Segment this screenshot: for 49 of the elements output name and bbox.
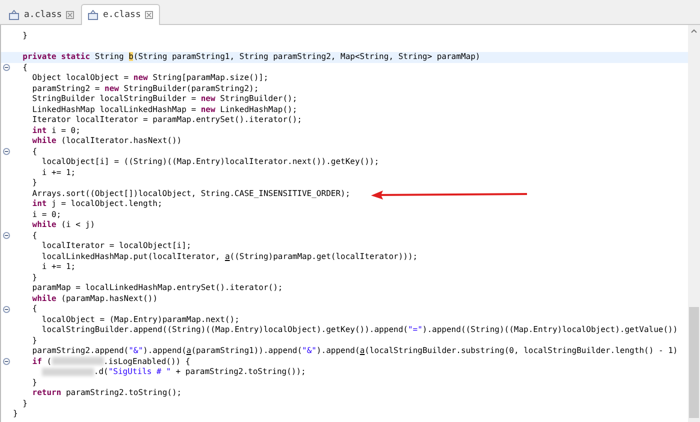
code-line: }: [32, 272, 38, 283]
code-line: i += 1;: [42, 262, 76, 272]
code-line: localIterator = localObject[i];: [42, 241, 192, 252]
scroll-thumb[interactable]: [689, 307, 699, 418]
collapse-icon[interactable]: [2, 232, 10, 240]
code-line: i += 1;: [42, 168, 76, 178]
scrollbar[interactable]: [688, 25, 700, 422]
code-line: return paramString2.toString();: [32, 388, 182, 398]
class-file-icon: [9, 10, 20, 20]
code-line: Object localObject = new String[paramMap.size()];: [32, 73, 268, 84]
code-line: }: [32, 378, 38, 388]
collapse-icon[interactable]: [2, 64, 10, 72]
code-line: int i = 0;: [32, 126, 80, 136]
code-line: if ( .isLogEnabled()) {: [32, 356, 190, 367]
code-line: }: [32, 336, 38, 346]
code-line: StringBuilder localStringBuilder = new StringBuilder();: [32, 94, 298, 104]
code-line: while (i < j): [32, 220, 95, 230]
collapse-icon[interactable]: [2, 148, 10, 156]
collapse-icon[interactable]: [2, 358, 10, 366]
code-line: while (localIterator.hasNext()): [32, 136, 182, 146]
code-line: {: [32, 146, 38, 157]
code-line: }: [22, 31, 28, 42]
code-line: }: [32, 178, 38, 188]
scroll-up-icon[interactable]: [691, 29, 697, 33]
code-line: localLinkedHashMap.put(localIterator, a((String)paramMap.get(localIterator)));: [42, 252, 418, 262]
code-line: paramString2 = new StringBuilder(paramString2);: [32, 84, 259, 94]
close-icon[interactable]: [144, 11, 153, 19]
code-line: {: [32, 304, 38, 314]
code-line: }: [22, 398, 28, 409]
editor-tab[interactable]: e.class: [80, 4, 160, 25]
code-line: Iterator localIterator = paramMap.entrySet().iterator();: [32, 115, 302, 126]
code-line: .d("SigUtils # " + paramString2.toString());: [42, 367, 306, 378]
code-line: LinkedHashMap localLinkedHashMap = new LinkedHashMap();: [32, 104, 298, 115]
code-line: i = 0;: [32, 210, 62, 220]
code-line: Arrays.sort((Object[])localObject, String.CASE_INSENSITIVE_ORDER);: [32, 188, 350, 199]
code-line: paramMap = localLinkedHashMap.entrySet().iterator();: [32, 283, 283, 294]
code-line: int j = localObject.length;: [32, 199, 162, 210]
code-line: {: [22, 62, 28, 73]
code-line: private static String b(String paramString1, String paramString2, Map<String, String> paramMap): [22, 52, 480, 62]
collapse-icon[interactable]: [2, 306, 10, 313]
code-line: {: [32, 230, 38, 241]
code-line: while (paramMap.hasNext()): [32, 294, 158, 304]
code-line: paramString2.append("&").append(a(paramString1)).append("&").append(a(localStringBuilder.substring(0, localStringBuilder.length() - 1): [32, 346, 678, 356]
code-line: }: [13, 409, 18, 420]
code-line: localObject[i] = ((String)((Map.Entry)localIterator.next()).getKey());: [42, 157, 380, 168]
code-line: localStringBuilder.append((String)((Map.Entry)localObject).getKey()).append("=").append((String)((Map.Entry)localObject).getValue()): [42, 325, 678, 336]
code-line: localObject = (Map.Entry)paramMap.next();: [42, 314, 240, 325]
editor-tab[interactable]: a.class: [2, 4, 81, 25]
class-file-icon: [88, 10, 99, 20]
